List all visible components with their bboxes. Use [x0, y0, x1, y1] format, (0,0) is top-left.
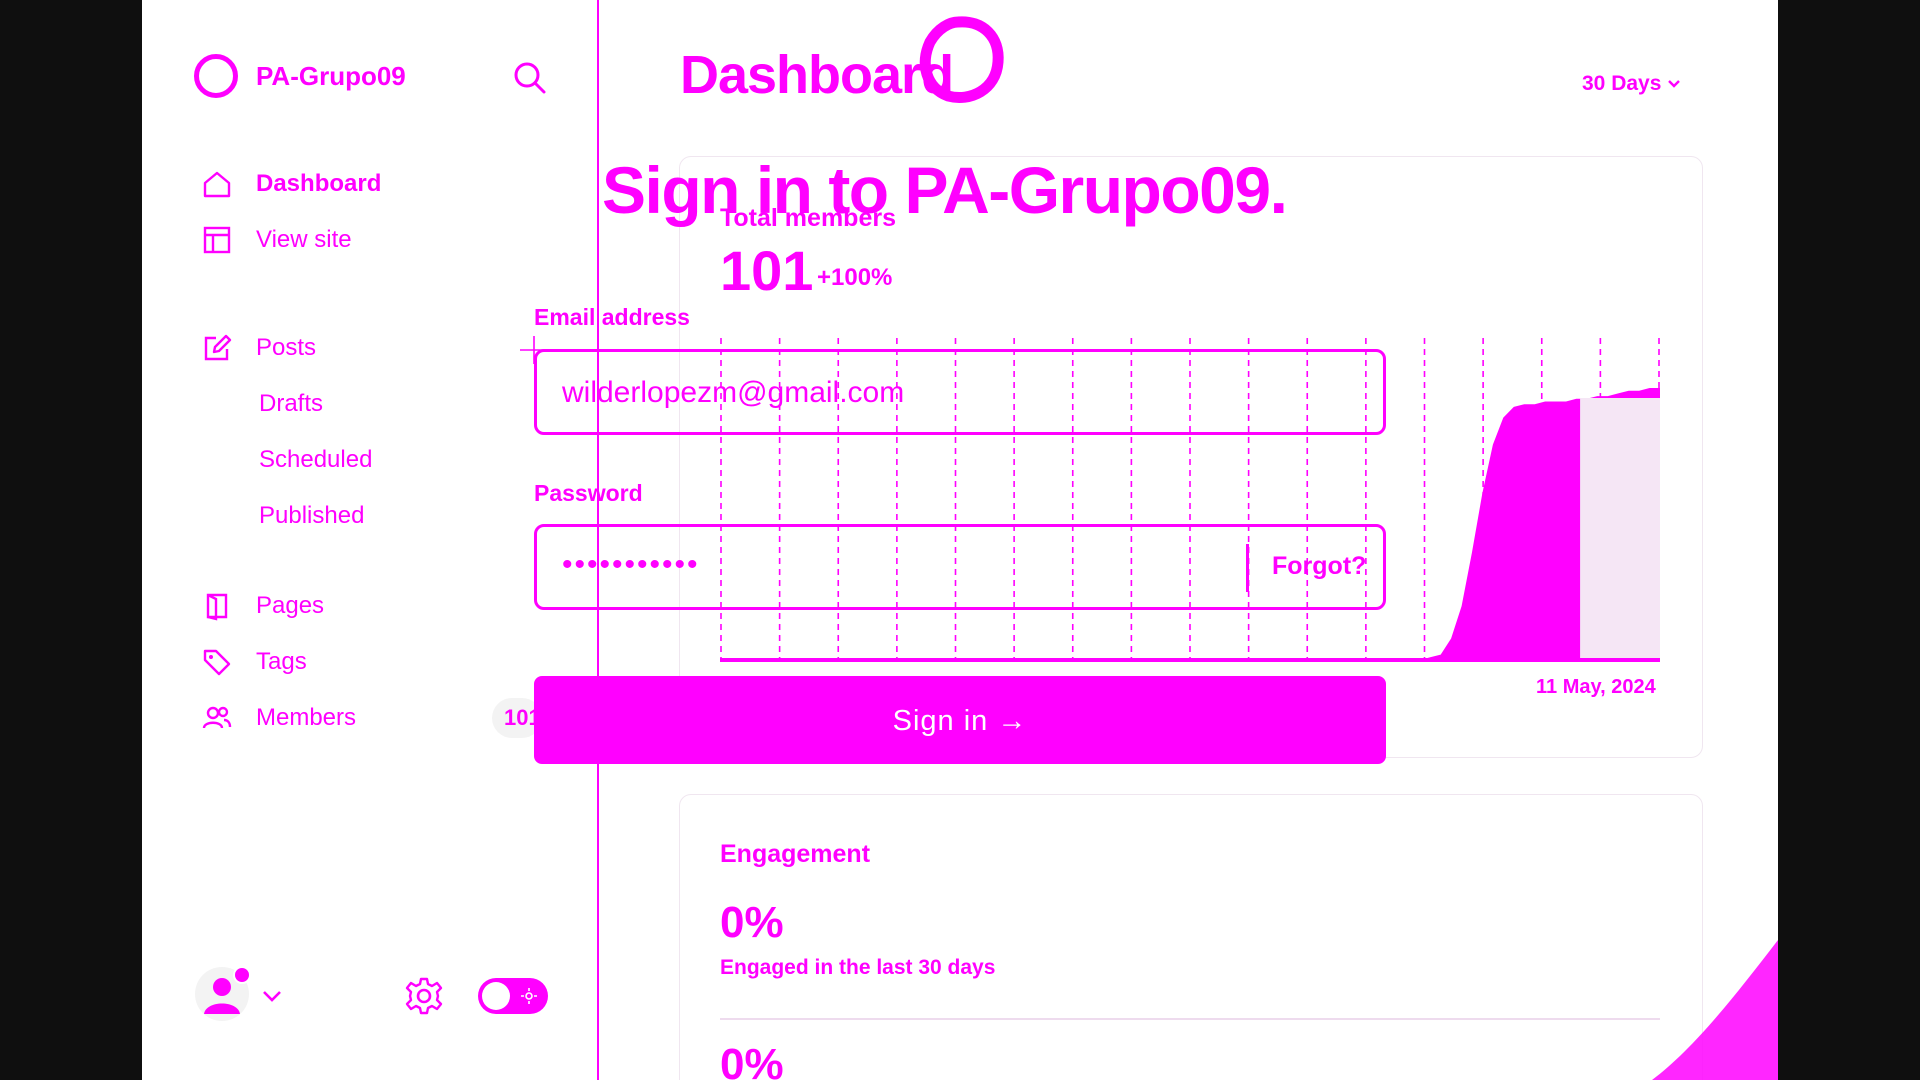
nav-item-drafts[interactable]: Drafts	[259, 390, 323, 418]
nav-label-members: Members	[256, 704, 357, 731]
avatar-icon[interactable]	[194, 966, 250, 1022]
brand[interactable]: PA-Grupo09	[194, 54, 406, 98]
app-window: PA-Grupo09 Dashboard View site Posts Dra…	[142, 0, 1778, 1080]
toggle-knob	[482, 982, 510, 1010]
engagement-title: Engagement	[720, 840, 871, 868]
engagement-value: 0%	[720, 898, 784, 947]
layout-icon	[203, 226, 231, 254]
nav-item-posts[interactable]: Posts	[202, 328, 316, 368]
email-field[interactable]	[562, 370, 1362, 416]
divider	[720, 1018, 1660, 1020]
signin-heading: Sign in to PA-Grupo09.	[602, 153, 1288, 227]
users-icon	[202, 706, 232, 729]
book-icon	[206, 593, 228, 621]
nav-item-view-site[interactable]: View site	[202, 220, 352, 260]
tag-icon	[203, 649, 231, 676]
password-label: Password	[534, 480, 643, 506]
chevron-down-icon	[1668, 80, 1681, 88]
nav-item-scheduled[interactable]: Scheduled	[259, 446, 372, 474]
site-logo-icon	[194, 54, 238, 98]
sidebar: PA-Grupo09 Dashboard View site Posts Dra…	[142, 0, 599, 1080]
total-members-delta: +100%	[817, 264, 893, 291]
home-icon	[203, 171, 231, 198]
gear-icon[interactable]	[404, 976, 444, 1016]
nav-item-published[interactable]: Published	[259, 502, 364, 530]
site-name: PA-Grupo09	[256, 60, 406, 91]
chart-area-highlight	[1580, 398, 1660, 660]
date-range-label: 30 Days	[1582, 72, 1662, 95]
nav-item-pages[interactable]: Pages	[202, 586, 324, 626]
forgot-password-link[interactable]: Forgot?	[1272, 552, 1366, 581]
email-label: Email address	[534, 304, 690, 330]
corner-noise-pattern	[1652, 940, 1778, 1080]
total-members-value: 101	[720, 239, 814, 302]
nav-label-posts: Posts	[256, 334, 317, 361]
engagement-value-secondary: 0%	[720, 1040, 784, 1080]
engagement-card	[679, 794, 1703, 1080]
engagement-subtitle: Engaged in the last 30 days	[720, 956, 996, 979]
loading-ring-icon	[919, 16, 1004, 103]
chart-date-label: 11 May, 2024	[1536, 676, 1656, 698]
theme-toggle[interactable]	[478, 978, 548, 1014]
signin-button[interactable]: Sign in →	[534, 676, 1386, 764]
nav-label-dashboard: Dashboard	[256, 170, 382, 197]
date-range-select[interactable]: 30 Days	[1582, 72, 1681, 96]
nav-item-members[interactable]: Members	[202, 698, 356, 738]
sun-icon	[521, 988, 537, 1004]
chevron-down-icon[interactable]	[260, 984, 284, 1008]
edit-icon	[204, 334, 232, 361]
field-separator	[1246, 544, 1249, 592]
nav-item-dashboard[interactable]: Dashboard	[202, 164, 381, 204]
nav-item-tags[interactable]: Tags	[202, 642, 307, 682]
nav-label-tags: Tags	[256, 648, 307, 675]
nav-label-view-site: View site	[256, 226, 352, 253]
password-mask: •••••••••••	[562, 548, 700, 581]
search-icon[interactable]	[512, 60, 548, 96]
nav-label-pages: Pages	[256, 592, 325, 619]
